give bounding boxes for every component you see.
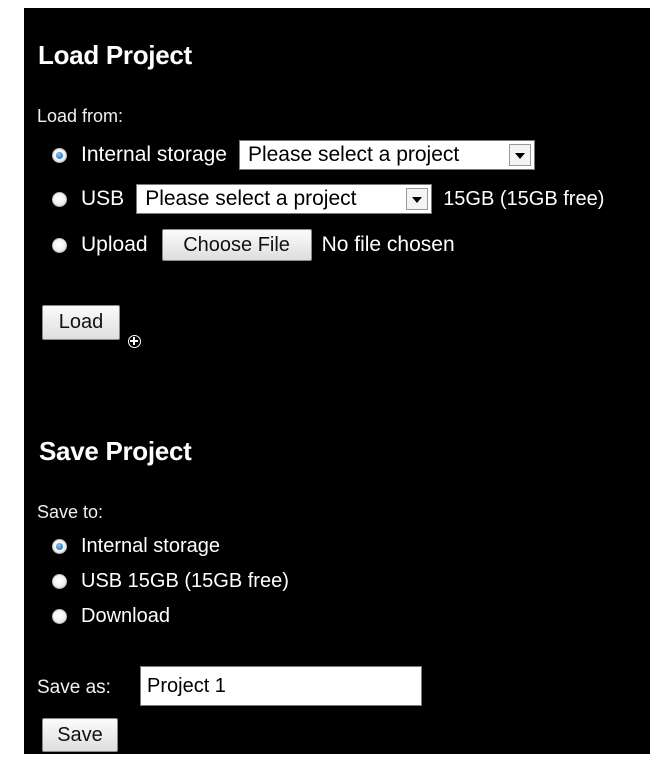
radio-save-download[interactable] <box>52 609 67 624</box>
load-from-label: Load from: <box>37 106 124 126</box>
radio-internal-storage[interactable] <box>52 147 67 163</box>
internal-project-select[interactable]: Please select a project <box>238 140 535 170</box>
save-as-label: Save as: <box>37 677 111 698</box>
save-to-label: Save to: <box>37 502 104 522</box>
usb-project-select[interactable]: Please select a project <box>136 184 433 214</box>
save-option-internal[interactable]: Internal storage <box>52 535 220 558</box>
save-as-input[interactable] <box>140 666 422 706</box>
radio-save-usb[interactable] <box>52 574 67 589</box>
file-status: No file chosen <box>321 233 455 256</box>
radio-save-internal[interactable] <box>52 539 67 554</box>
project-panel: Load Project Load from: Internal storage… <box>24 8 650 754</box>
load-button[interactable]: Load <box>42 305 120 340</box>
save-download-label: Download <box>81 605 170 627</box>
save-project-heading: Save Project <box>39 436 192 466</box>
save-option-usb[interactable]: USB 15GB (15GB free) <box>52 570 289 593</box>
load-internal-label: Internal storage <box>81 143 227 166</box>
chevron-down-icon[interactable] <box>508 144 531 166</box>
save-option-download[interactable]: Download <box>52 605 170 628</box>
load-option-internal[interactable]: Internal storage Please select a project <box>52 140 535 170</box>
chevron-down-icon[interactable] <box>406 188 429 210</box>
usb-capacity: 15GB (15GB free) <box>443 187 605 210</box>
load-option-upload[interactable]: Upload Choose File No file chosen <box>52 229 455 261</box>
cursor-icon <box>128 335 141 348</box>
radio-upload[interactable] <box>52 237 67 253</box>
load-option-usb[interactable]: USB Please select a project 15GB (15GB f… <box>52 184 604 214</box>
load-upload-label: Upload <box>81 233 148 256</box>
radio-usb[interactable] <box>52 191 67 207</box>
save-internal-label: Internal storage <box>81 535 220 557</box>
load-usb-label: USB <box>81 187 125 210</box>
save-usb-label: USB 15GB (15GB free) <box>81 570 289 592</box>
usb-select-value: Please select a project <box>145 187 357 210</box>
load-project-heading: Load Project <box>38 40 192 70</box>
save-button[interactable]: Save <box>42 718 118 752</box>
choose-file-button[interactable]: Choose File <box>161 229 312 261</box>
internal-select-value: Please select a project <box>247 143 460 166</box>
